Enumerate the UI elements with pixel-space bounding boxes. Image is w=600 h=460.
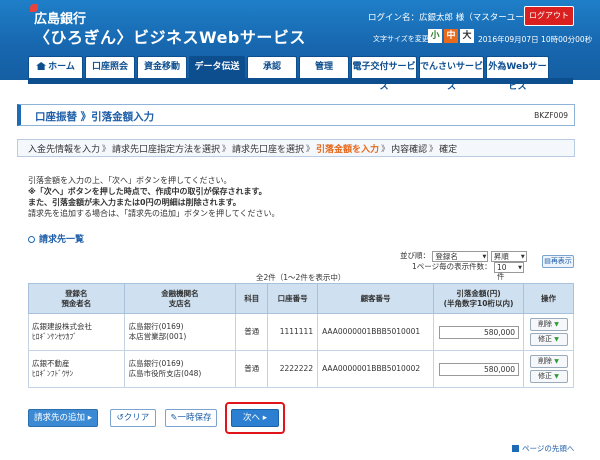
step-6: 確定 bbox=[439, 144, 458, 155]
clear-icon: ↺ bbox=[116, 413, 124, 423]
per-page-label: 1ページ毎の表示件数： bbox=[412, 262, 492, 271]
tab-forex[interactable]: 外為Webサービス bbox=[486, 56, 549, 92]
per-page-select[interactable]: 10件 bbox=[494, 261, 525, 281]
step-1: 入金先情報を入力 bbox=[28, 144, 101, 155]
page-title-box: 口座振替 》引落金額入力 BKZF009 bbox=[17, 104, 575, 126]
col-customer: 顧客番号 bbox=[317, 283, 435, 314]
per-page-controls: 1ページ毎の表示件数： 10件 bbox=[412, 261, 525, 281]
sort-order-select[interactable]: 昇順 bbox=[490, 250, 527, 262]
amount-input[interactable]: 580,000 bbox=[439, 362, 519, 376]
cell-amount: 580,000 bbox=[433, 350, 524, 388]
cell-operation: 削除 ▼ 修正 ▼ bbox=[523, 350, 574, 388]
font-medium-button[interactable]: 中 bbox=[444, 29, 458, 43]
clear-button[interactable]: ↺クリア bbox=[110, 409, 156, 427]
cell-account: 1111111 bbox=[267, 313, 319, 351]
step-separator-icon: 》 bbox=[102, 143, 111, 153]
col-amount: 引落金額(円) (半角数字10桁以内) bbox=[433, 283, 524, 314]
cell-bank: 広島銀行(0169) 広島市役所支店(048) bbox=[123, 350, 237, 388]
bullet-icon bbox=[28, 236, 35, 243]
temp-save-button[interactable]: ✎一時保存 bbox=[165, 409, 217, 427]
section-heading: 請求先一覧 bbox=[28, 232, 84, 245]
total-count: 全2件（1〜2件を表示中） bbox=[256, 273, 346, 282]
tab-densai[interactable]: でんさいサービス bbox=[419, 56, 484, 92]
step-5: 内容確認 bbox=[391, 144, 428, 155]
page-title: 口座振替 》引落金額入力 bbox=[35, 111, 155, 123]
table-row: 広銀建設株式会社 ﾋﾛｷﾞﾝｹﾝｾﾂｶﾌﾞ 広島銀行(0169) 本店営業部(001… bbox=[28, 313, 574, 351]
tab-approval[interactable]: 承認 bbox=[247, 56, 297, 78]
billing-table: 登録名 預金者名 金融機関名 支店名 科目 口座番号 顧客番号 引落金額(円) (半角… bbox=[28, 283, 574, 388]
font-large-button[interactable]: 大 bbox=[460, 29, 474, 43]
cell-customer: AAA0000001BBB5010002 bbox=[317, 350, 435, 388]
main-nav: ホーム 口座照会 資金移動 データ伝送 承認 管理 電子交付サービス でんさいサ… bbox=[28, 56, 551, 92]
step-separator-icon: 》 bbox=[306, 143, 315, 153]
edit-button[interactable]: 修正 ▼ bbox=[529, 333, 568, 346]
step-2: 請求先口座指定方法を選択 bbox=[112, 144, 221, 155]
col-kind: 科目 bbox=[235, 283, 269, 314]
triangle-down-icon: ▼ bbox=[554, 358, 559, 365]
table-row: 広銀不動産 ﾋﾛｷﾞﾝﾌﾄﾞｳｻﾝ 広島銀行(0169) 広島市役所支店(048) … bbox=[28, 350, 574, 388]
font-size-label: 文字サイズを変更 bbox=[373, 35, 429, 43]
service-name: 〈ひろぎん〉ビジネスWebサービス bbox=[34, 28, 306, 47]
step-indicator: 入金先情報を入力》 請求先口座指定方法を選択》 請求先口座を選択》 引落金額を入… bbox=[17, 139, 575, 157]
arrow-up-icon bbox=[512, 445, 519, 452]
font-small-button[interactable]: 小 bbox=[428, 29, 442, 43]
instructions: 引落金額を入力の上、「次へ」ボタンを押してください。 ※「次へ」ボタンを押した時… bbox=[28, 175, 280, 219]
login-info: ログイン名：広銀太郎 様（マスターユーザ） bbox=[368, 13, 541, 23]
col-bank: 金融機関名 支店名 bbox=[123, 283, 237, 314]
col-name: 登録名 預金者名 bbox=[28, 283, 125, 314]
delete-button[interactable]: 削除 ▼ bbox=[529, 355, 568, 368]
pencil-icon: ✎ bbox=[170, 413, 178, 423]
nav-underline bbox=[28, 78, 573, 84]
step-4-current: 引落金額を入力 bbox=[316, 144, 380, 155]
instruction-line: 引落金額を入力の上、「次へ」ボタンを押してください。 bbox=[28, 176, 232, 185]
cell-bank: 広島銀行(0169) 本店営業部(001) bbox=[123, 313, 237, 351]
cell-operation: 削除 ▼ 修正 ▼ bbox=[523, 313, 574, 351]
cell-name: 広銀不動産 ﾋﾛｷﾞﾝﾌﾄﾞｳｻﾝ bbox=[28, 350, 125, 388]
instruction-line: 請求先を追加する場合は、「請求先の追加」ボタンを押してください。 bbox=[28, 209, 280, 218]
step-3: 請求先口座を選択 bbox=[232, 144, 305, 155]
step-separator-icon: 》 bbox=[222, 143, 231, 153]
triangle-down-icon: ▼ bbox=[554, 321, 559, 328]
list-icon: ▤ bbox=[544, 257, 551, 265]
tab-data-transfer[interactable]: データ伝送 bbox=[189, 56, 245, 78]
tab-account-inquiry[interactable]: 口座照会 bbox=[85, 56, 135, 78]
cell-customer: AAA0000001BBB5010001 bbox=[317, 313, 435, 351]
sort-label: 並び順： bbox=[400, 251, 430, 260]
delete-button[interactable]: 削除 ▼ bbox=[529, 318, 568, 331]
cell-kind: 普通 bbox=[235, 350, 269, 388]
page-top-link[interactable]: ページの先頭へ bbox=[512, 443, 574, 454]
page-id: BKZF009 bbox=[534, 111, 568, 120]
home-icon bbox=[36, 62, 47, 70]
header: 広島銀行 〈ひろぎん〉ビジネスWebサービス ログイン名：広銀太郎 様（マスター… bbox=[0, 0, 600, 92]
cell-account: 2222222 bbox=[267, 350, 319, 388]
col-operation: 操作 bbox=[523, 283, 574, 314]
cell-amount: 580,000 bbox=[433, 313, 524, 351]
arrow-right-icon: ▸ bbox=[87, 413, 92, 423]
instruction-line-bold: また、引落金額が未入力または0円の明細は削除されます。 bbox=[28, 198, 241, 207]
table-header-row: 登録名 預金者名 金融機関名 支店名 科目 口座番号 顧客番号 引落金額(円) (半角… bbox=[28, 283, 574, 314]
sort-field-select[interactable]: 登録名 bbox=[432, 250, 489, 262]
amount-input[interactable]: 580,000 bbox=[439, 325, 519, 339]
redisplay-button[interactable]: ▤再表示 bbox=[542, 255, 574, 268]
tab-electronic-delivery[interactable]: 電子交付サービス bbox=[351, 56, 417, 92]
add-billing-button[interactable]: 請求先の追加 ▸ bbox=[28, 409, 98, 427]
login-datetime: 2016年09月07日 10時00分00秒 bbox=[478, 35, 593, 44]
sort-controls: 並び順： 登録名 昇順 bbox=[400, 250, 527, 262]
instruction-line-bold: ※「次へ」ボタンを押した時点で、作成中の取引が保存されます。 bbox=[28, 187, 267, 196]
step-separator-icon: 》 bbox=[429, 143, 438, 153]
arrow-right-icon: ▸ bbox=[262, 413, 267, 423]
tab-management[interactable]: 管理 bbox=[299, 56, 349, 78]
next-button[interactable]: 次へ ▸ bbox=[231, 409, 279, 427]
triangle-down-icon: ▼ bbox=[554, 336, 559, 343]
tab-fund-transfer[interactable]: 資金移動 bbox=[137, 56, 187, 78]
col-account: 口座番号 bbox=[267, 283, 319, 314]
logout-button[interactable]: ログアウト bbox=[524, 6, 574, 26]
triangle-down-icon: ▼ bbox=[554, 373, 559, 380]
cell-kind: 普通 bbox=[235, 313, 269, 351]
edit-button[interactable]: 修正 ▼ bbox=[529, 370, 568, 383]
tab-home[interactable]: ホーム bbox=[28, 56, 83, 78]
step-separator-icon: 》 bbox=[381, 143, 390, 153]
cell-name: 広銀建設株式会社 ﾋﾛｷﾞﾝｹﾝｾﾂｶﾌﾞ bbox=[28, 313, 125, 351]
